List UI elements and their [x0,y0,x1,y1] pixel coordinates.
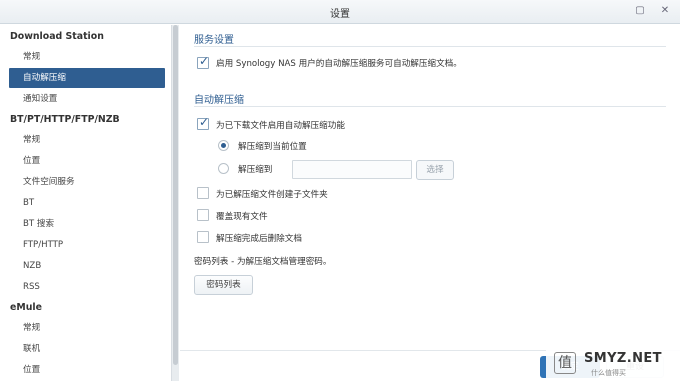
sidebar-item-bt[interactable]: BT [9,193,165,213]
delete-after-extract-checkbox[interactable] [197,231,209,243]
watermark-logo: 值 [554,352,576,374]
watermark: 值 SMYZ.NET 什么值得买 [546,348,680,380]
password-list-description: 密码列表 - 为解压缩文档管理密码。 [194,257,332,267]
window-title: 设置 [330,9,350,20]
sidebar-item-emule-general[interactable]: 常规 [9,318,165,338]
sidebar-group-bt: BT/PT/HTTP/FTP/NZB [10,114,120,125]
sidebar-item-ftp-http[interactable]: FTP/HTTP [9,235,165,255]
check-icon: ✓ [199,54,210,68]
section-divider [194,46,666,47]
extract-to-radio[interactable] [218,163,229,174]
service-checkbox[interactable]: ✓ [197,54,210,69]
sidebar-item-general[interactable]: 常规 [9,47,165,67]
enable-auto-extract-label: 为已下载文件启用自动解压缩功能 [216,121,345,131]
create-subfolder-label: 为已解压缩文件创建子文件夹 [216,190,328,200]
sidebar: Download Station 常规 自动解压缩 通知设置 BT/PT/HTT… [0,25,172,381]
sidebar-item-rss[interactable]: RSS [9,277,165,297]
settings-content: 服务设置 ✓ 启用 Synology NAS 用户的自动解压缩服务可自动解压缩文… [180,25,680,381]
sidebar-item-notifications[interactable]: 通知设置 [9,89,165,109]
watermark-main: SMYZ.NET [584,351,662,366]
extract-to-label: 解压缩到 [238,165,273,175]
sidebar-scrollbar[interactable] [172,25,179,381]
sidebar-item-emule-location[interactable]: 位置 [9,360,165,380]
sidebar-group-emule: eMule [10,302,42,313]
enable-auto-extract-checkbox[interactable]: ✓ [197,115,210,130]
overwrite-files-label: 覆盖现有文件 [216,212,268,222]
titlebar: 设置 ▢ ✕ [0,0,680,24]
extract-current-radio[interactable] [218,140,229,151]
sidebar-item-bt-general[interactable]: 常规 [9,130,165,150]
extract-destination-input[interactable] [292,160,412,179]
sidebar-item-bt-search[interactable]: BT 搜索 [9,214,165,234]
auto-extract-title: 自动解压缩 [194,95,244,106]
check-icon: ✓ [199,115,210,129]
service-settings-title: 服务设置 [194,35,234,46]
password-list-button[interactable]: 密码列表 [194,275,253,295]
close-icon[interactable]: ✕ [659,5,671,17]
sidebar-item-auto-extract[interactable]: 自动解压缩 [9,68,165,88]
sidebar-item-nzb[interactable]: NZB [9,256,165,276]
delete-after-extract-label: 解压缩完成后删除文档 [216,234,302,244]
overwrite-files-checkbox[interactable] [197,209,209,221]
restore-icon[interactable]: ▢ [634,5,646,17]
create-subfolder-checkbox[interactable] [197,187,209,199]
sidebar-group-download-station: Download Station [10,31,104,42]
section-divider [194,106,666,107]
watermark-sub: 什么值得买 [591,369,626,377]
browse-button[interactable]: 选择 [416,160,454,180]
sidebar-item-connection[interactable]: 联机 [9,339,165,359]
sidebar-item-location[interactable]: 位置 [9,151,165,171]
sidebar-item-file-space[interactable]: 文件空间服务 [9,172,165,192]
service-checkbox-label: 启用 Synology NAS 用户的自动解压缩服务可自动解压缩文档。 [216,59,462,69]
extract-current-label: 解压缩到当前位置 [238,142,307,152]
scrollbar-thumb[interactable] [173,25,178,365]
